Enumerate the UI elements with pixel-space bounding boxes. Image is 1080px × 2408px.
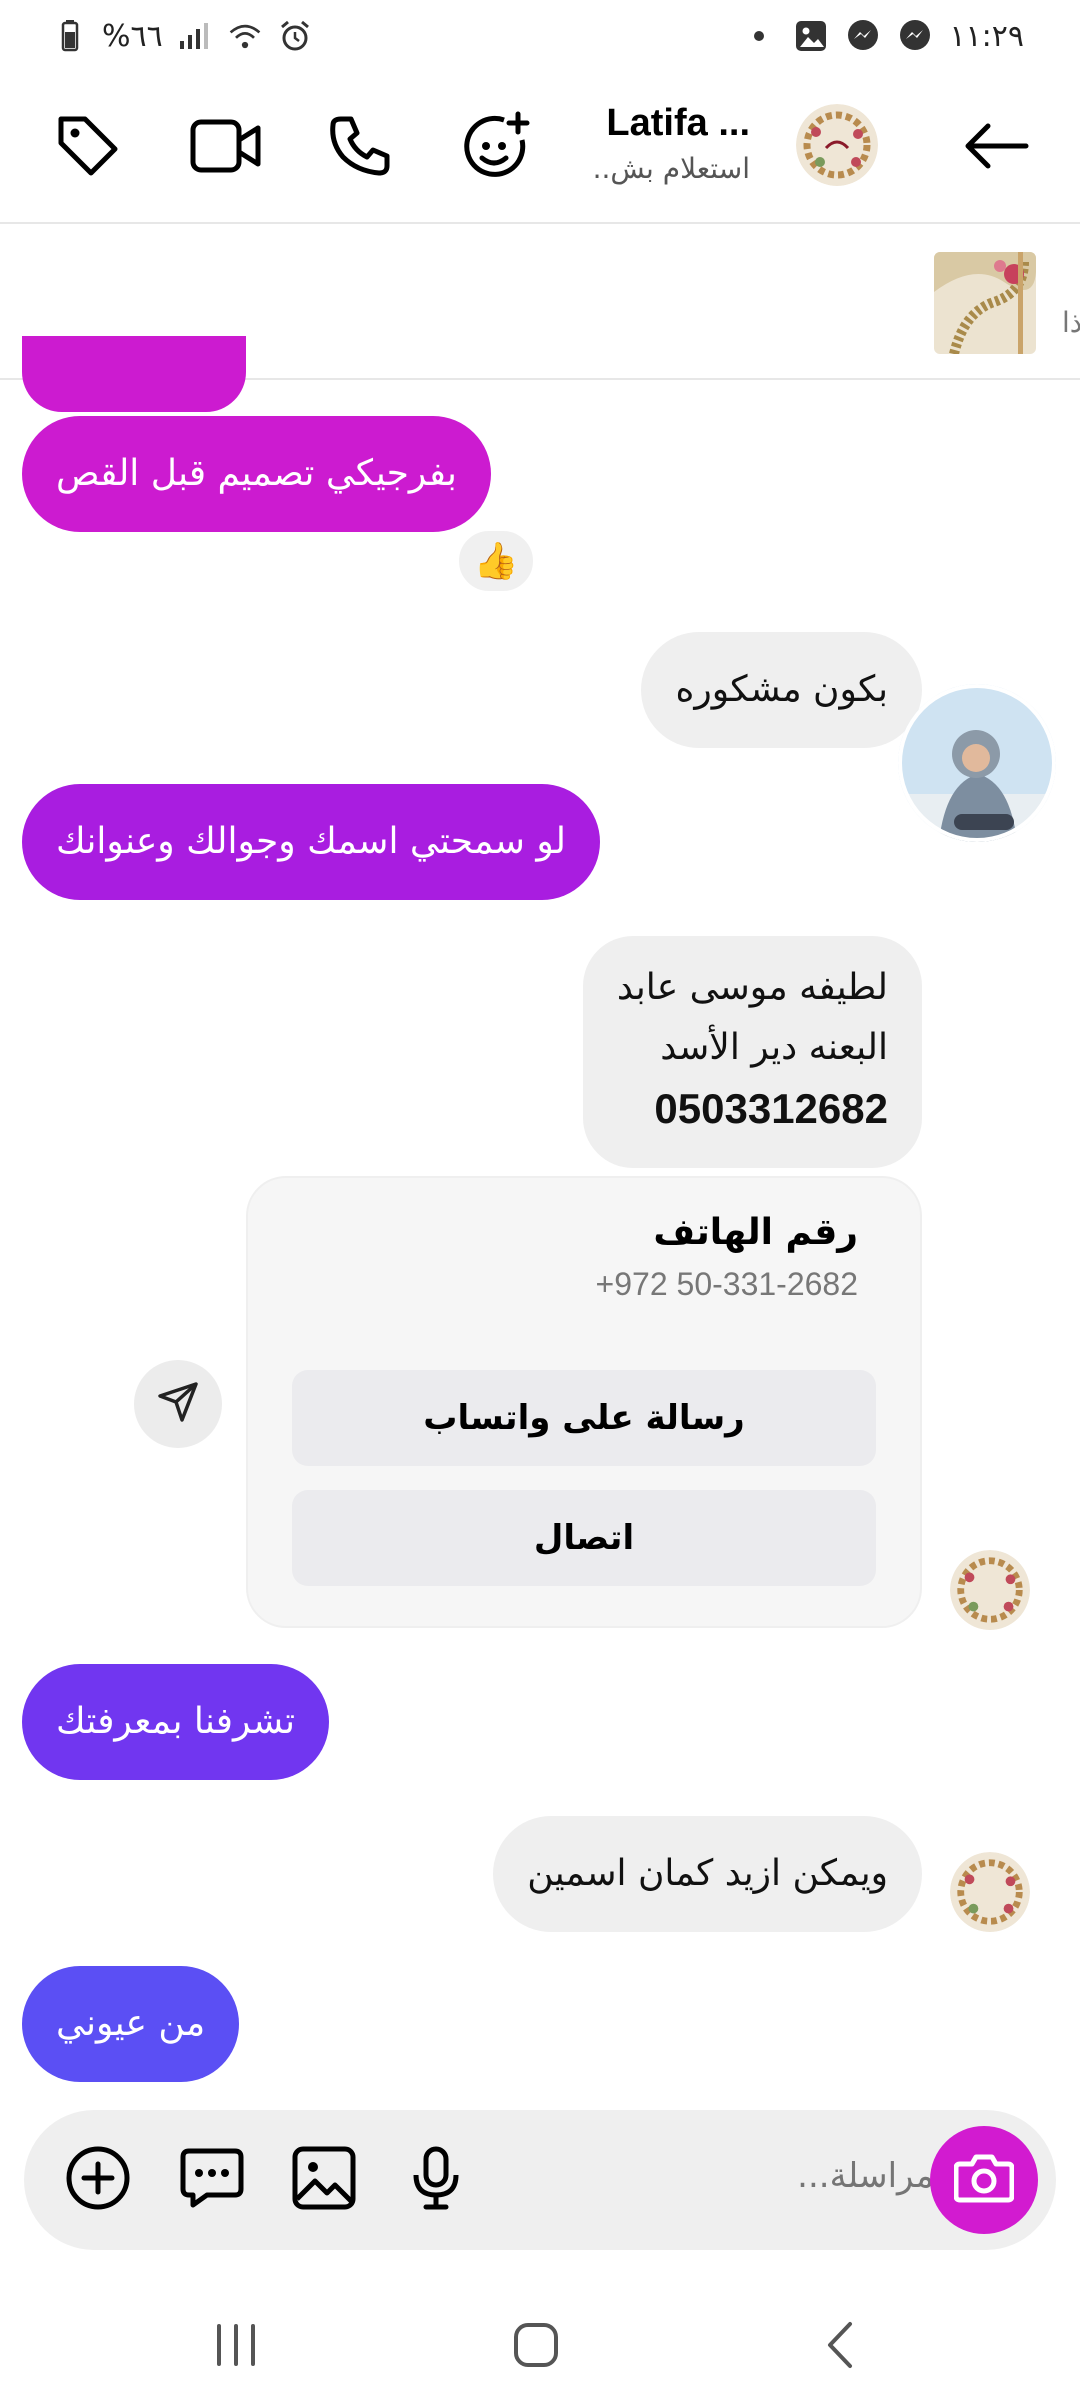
- back-button[interactable]: [956, 108, 1036, 188]
- battery-percent: %٦٦: [102, 18, 163, 54]
- signal-icon: [177, 18, 213, 54]
- message-bubble-outgoing[interactable]: تشرفنا بمعرفتك: [22, 1664, 329, 1780]
- message-phone-number: 0503312682: [654, 1085, 888, 1132]
- gallery-button[interactable]: [286, 2142, 362, 2218]
- system-back-button[interactable]: [800, 2312, 880, 2382]
- status-bar: %٦٦ ١١:٢٩: [0, 0, 1080, 72]
- contact-name[interactable]: Latifa ...: [606, 102, 750, 145]
- message-text: من عيوني: [56, 2003, 206, 2044]
- home-button[interactable]: [496, 2312, 576, 2382]
- status-right: ١١:٢٩: [741, 14, 1024, 58]
- chat-header: Latifa ... استعلام بش..: [0, 72, 1080, 224]
- messenger-icon: [897, 18, 933, 54]
- tag-button[interactable]: [48, 108, 128, 188]
- recent-apps-button[interactable]: [196, 2312, 276, 2382]
- share-button[interactable]: [134, 1360, 222, 1448]
- video-call-button[interactable]: [186, 108, 266, 188]
- add-emoji-button[interactable]: [456, 108, 536, 188]
- message-text-line: لطيفه موسى عابد: [616, 967, 888, 1008]
- message-bubble-incoming[interactable]: بكون مشكوره: [641, 632, 922, 748]
- message-bubble-outgoing[interactable]: لو سمحتي اسمك وجوالك وعنوانك: [22, 784, 600, 900]
- status-left: %٦٦: [52, 14, 313, 58]
- microphone-icon: [411, 2145, 461, 2215]
- back-arrow-icon: [962, 121, 1030, 175]
- recent-apps-icon: [211, 2322, 261, 2372]
- phone-card-title: رقم الهاتف: [653, 1212, 858, 1253]
- camera-button[interactable]: [930, 2126, 1038, 2234]
- sender-avatar[interactable]: [950, 1852, 1030, 1932]
- chat-options-button[interactable]: [174, 2142, 250, 2218]
- message-text: بكون مشكوره: [675, 669, 888, 710]
- message-text: لو سمحتي اسمك وجوالك وعنوانك: [56, 821, 566, 862]
- send-icon: [156, 1380, 200, 1428]
- pinned-edge-text: ذا: [1062, 306, 1080, 339]
- battery-icon: [52, 18, 88, 54]
- plus-circle-icon: [65, 2145, 131, 2215]
- image-icon: [291, 2145, 357, 2215]
- chevron-left-icon: [820, 2320, 860, 2374]
- phone-icon: [327, 113, 393, 183]
- message-text: تشرفنا بمعرفتك: [56, 1701, 295, 1742]
- wifi-icon: [227, 18, 263, 54]
- camera-icon: [953, 2152, 1015, 2208]
- add-button[interactable]: [60, 2142, 136, 2218]
- message-composer: [24, 2110, 1056, 2250]
- message-bubble-partial[interactable]: [22, 336, 246, 412]
- video-icon: [190, 116, 262, 180]
- message-bubble-incoming-multiline[interactable]: لطيفه موسى عابد البعنه دير الأسد 0503312…: [582, 936, 922, 1168]
- pinned-post-thumbnail[interactable]: [934, 252, 1036, 354]
- contact-status: استعلام بش..: [592, 152, 750, 185]
- emoji-add-icon: [460, 110, 532, 186]
- system-nav-bar: [0, 2290, 1080, 2408]
- message-text: ويمكن ازيد كمان اسمين: [527, 1853, 888, 1894]
- message-bubble-incoming[interactable]: ويمكن ازيد كمان اسمين: [493, 1816, 922, 1932]
- message-bubble-outgoing[interactable]: بفرجيكي تصميم قبل القص: [22, 416, 491, 532]
- messenger-icon: [845, 18, 881, 54]
- status-time: ١١:٢٩: [949, 18, 1024, 54]
- thumbs-up-icon: 👍: [473, 541, 519, 582]
- message-bubble-outgoing[interactable]: من عيوني: [22, 1966, 240, 2082]
- sender-avatar-large[interactable]: [898, 674, 1056, 852]
- phone-number-card: رقم الهاتف +972 50-331-2682 رسالة على وا…: [246, 1176, 922, 1628]
- tag-icon: [53, 111, 123, 185]
- reaction-badge[interactable]: 👍: [456, 528, 536, 594]
- message-text: بفرجيكي تصميم قبل القص: [56, 453, 457, 494]
- voice-call-button[interactable]: [320, 108, 400, 188]
- dot-icon: [741, 18, 777, 54]
- chat-bubble-icon: [179, 2145, 245, 2215]
- call-button[interactable]: اتصال: [292, 1490, 876, 1586]
- message-input[interactable]: [744, 2156, 934, 2196]
- phone-card-number: +972 50-331-2682: [595, 1266, 858, 1302]
- gallery-icon: [793, 18, 829, 54]
- contact-avatar[interactable]: [796, 104, 878, 186]
- message-text-line: البعنه دير الأسد: [660, 1027, 888, 1068]
- whatsapp-message-button[interactable]: رسالة على واتساب: [292, 1370, 876, 1466]
- voice-message-button[interactable]: [398, 2142, 474, 2218]
- sender-avatar[interactable]: [950, 1550, 1030, 1630]
- home-icon: [511, 2320, 561, 2374]
- alarm-icon: [277, 18, 313, 54]
